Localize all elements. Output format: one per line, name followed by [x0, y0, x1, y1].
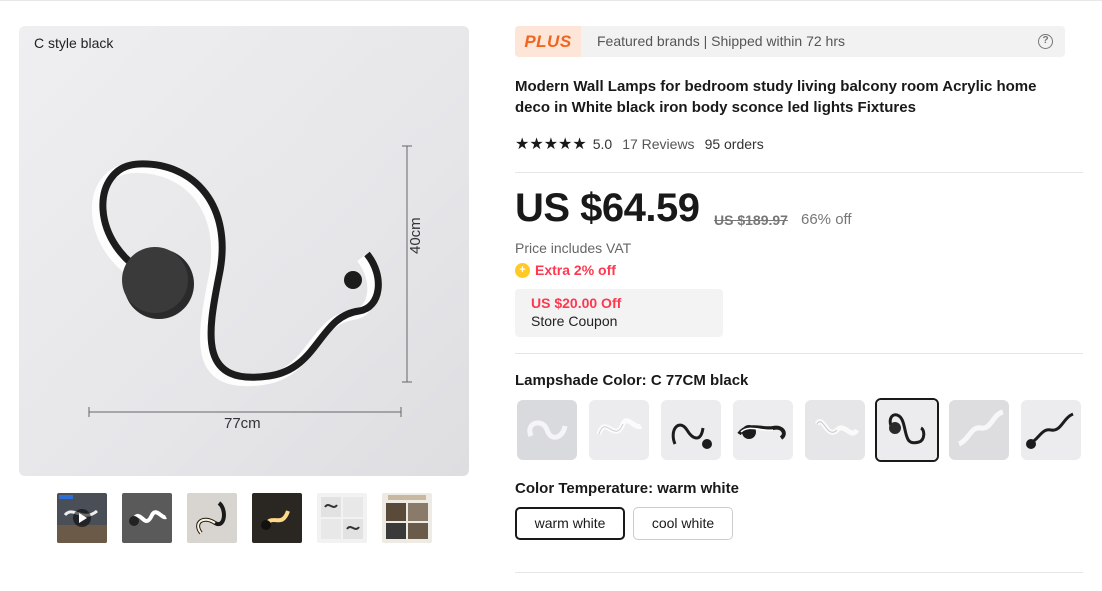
- extra-discount-text: Extra 2% off: [535, 262, 616, 278]
- color-swatch-2[interactable]: [589, 400, 649, 460]
- color-swatch-7[interactable]: [949, 400, 1009, 460]
- thumbnail-4[interactable]: [252, 493, 302, 543]
- help-icon[interactable]: ?: [1038, 34, 1053, 49]
- color-temperature-label: Color Temperature: warm white: [515, 480, 739, 497]
- lamp-illustration: [88, 145, 412, 417]
- coupon-amount: US $20.00 Off: [531, 295, 622, 311]
- color-swatch-8[interactable]: [1021, 400, 1081, 460]
- rating-row: ★★★★★ 5.0 17 Reviews 95 orders: [515, 135, 764, 153]
- thumbnail-5[interactable]: [317, 493, 367, 543]
- current-price: US $64.59: [515, 186, 700, 230]
- option-cool-white[interactable]: cool white: [633, 507, 733, 540]
- plus-benefits-text: Featured brands | Shipped within 72 hrs: [597, 33, 846, 49]
- extra-discount: + Extra 2% off: [515, 262, 616, 278]
- coupon-label: Store Coupon: [531, 313, 618, 329]
- thumbnail-6[interactable]: [382, 493, 432, 543]
- original-price: US $189.97: [714, 212, 788, 228]
- color-swatch-3[interactable]: [661, 400, 721, 460]
- color-swatch-6-selected[interactable]: [875, 398, 939, 462]
- image-caption: C style black: [34, 35, 114, 51]
- plus-badge: PLUS: [515, 26, 581, 57]
- top-rule: [0, 0, 1102, 1]
- main-product-image[interactable]: C style black 40cm 77cm: [19, 26, 469, 476]
- color-swatch-4[interactable]: [733, 400, 793, 460]
- height-dimension-label: 40cm: [407, 217, 424, 254]
- vat-note: Price includes VAT: [515, 240, 632, 256]
- orders-count: 95 orders: [704, 136, 764, 152]
- plus-banner[interactable]: PLUS Featured brands | Shipped within 72…: [515, 26, 1065, 57]
- thumbnail-2[interactable]: [122, 493, 172, 543]
- reviews-link[interactable]: 17 Reviews: [622, 136, 694, 152]
- color-swatch-1[interactable]: [517, 400, 577, 460]
- discount-percent: 66% off: [801, 211, 852, 228]
- rating-value: 5.0: [592, 136, 613, 152]
- color-swatch-5[interactable]: [805, 400, 865, 460]
- store-coupon[interactable]: US $20.00 Off Store Coupon: [515, 289, 723, 337]
- star-rating-icon: ★★★★★: [515, 136, 587, 153]
- product-title: Modern Wall Lamps for bedroom study livi…: [515, 78, 1037, 116]
- width-dimension-label: 77cm: [224, 415, 261, 432]
- thumbnail-video[interactable]: [57, 493, 107, 543]
- coin-icon: +: [515, 262, 530, 278]
- divider: [515, 572, 1083, 573]
- divider: [515, 172, 1083, 173]
- option-warm-white[interactable]: warm white: [515, 507, 625, 540]
- thumbnail-3[interactable]: [187, 493, 237, 543]
- divider: [515, 353, 1083, 354]
- lampshade-color-label: Lampshade Color: C 77CM black: [515, 372, 749, 389]
